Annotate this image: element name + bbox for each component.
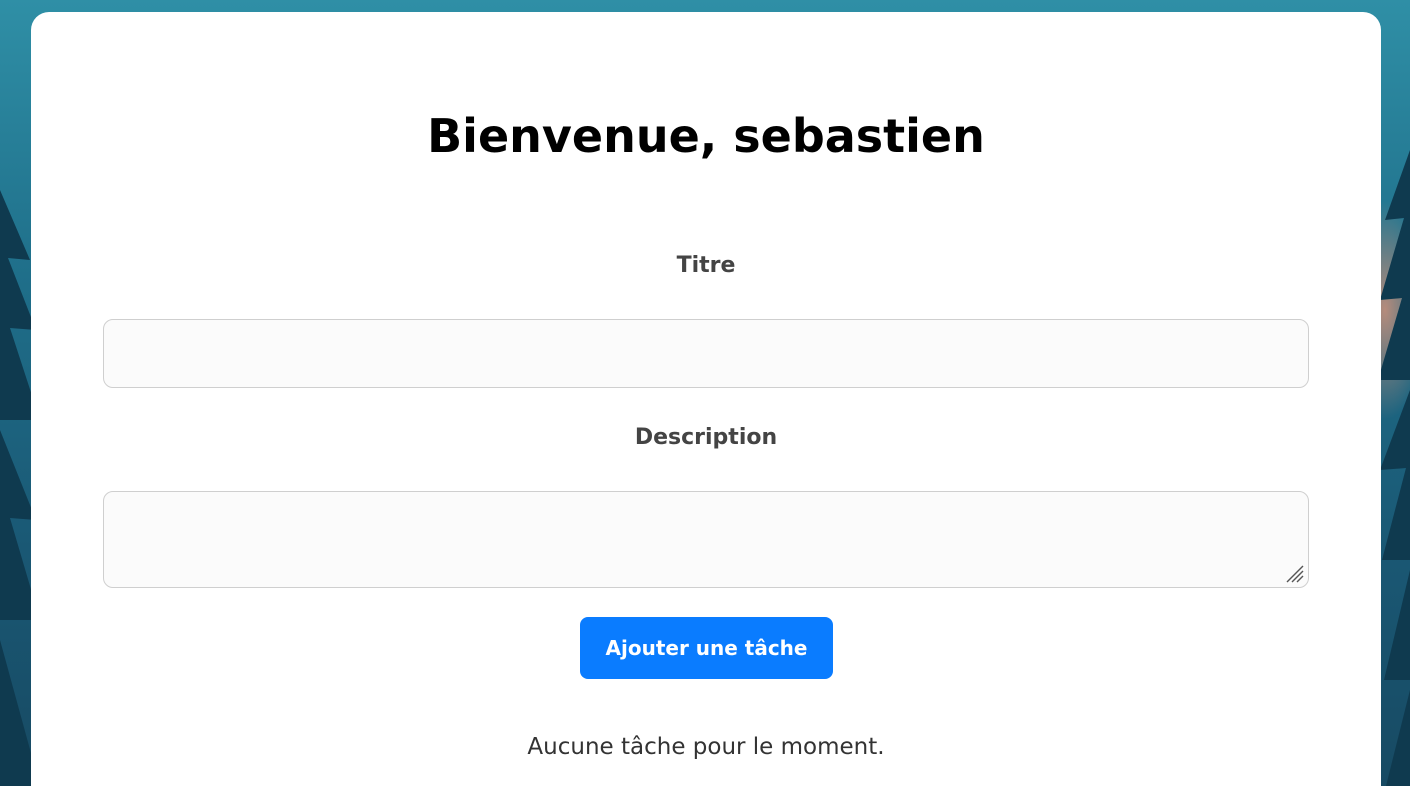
title-label: Titre — [676, 253, 736, 278]
add-task-button[interactable]: Ajouter une tâche — [580, 617, 833, 679]
page-title: Bienvenue, sebastien — [427, 109, 985, 163]
description-label: Description — [634, 425, 778, 450]
empty-tasks-message: Aucune tâche pour le moment. — [527, 734, 885, 760]
resize-grip-icon[interactable] — [1285, 564, 1305, 584]
description-textarea[interactable] — [103, 491, 1309, 588]
title-input[interactable] — [103, 319, 1309, 388]
task-card: Bienvenue, sebastien Titre Description A… — [31, 12, 1381, 786]
